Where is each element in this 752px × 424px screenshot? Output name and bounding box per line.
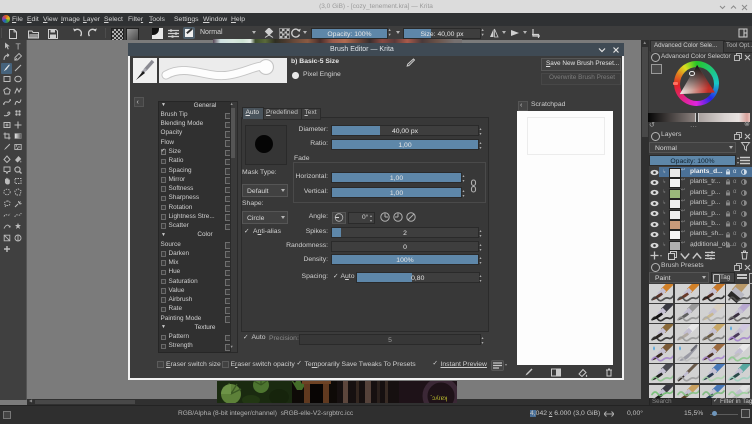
svg-text:T: T (16, 42, 21, 50)
svg-text:ˊɔʎıɐʞ: ˊɔʎıɐʞ (430, 395, 447, 402)
